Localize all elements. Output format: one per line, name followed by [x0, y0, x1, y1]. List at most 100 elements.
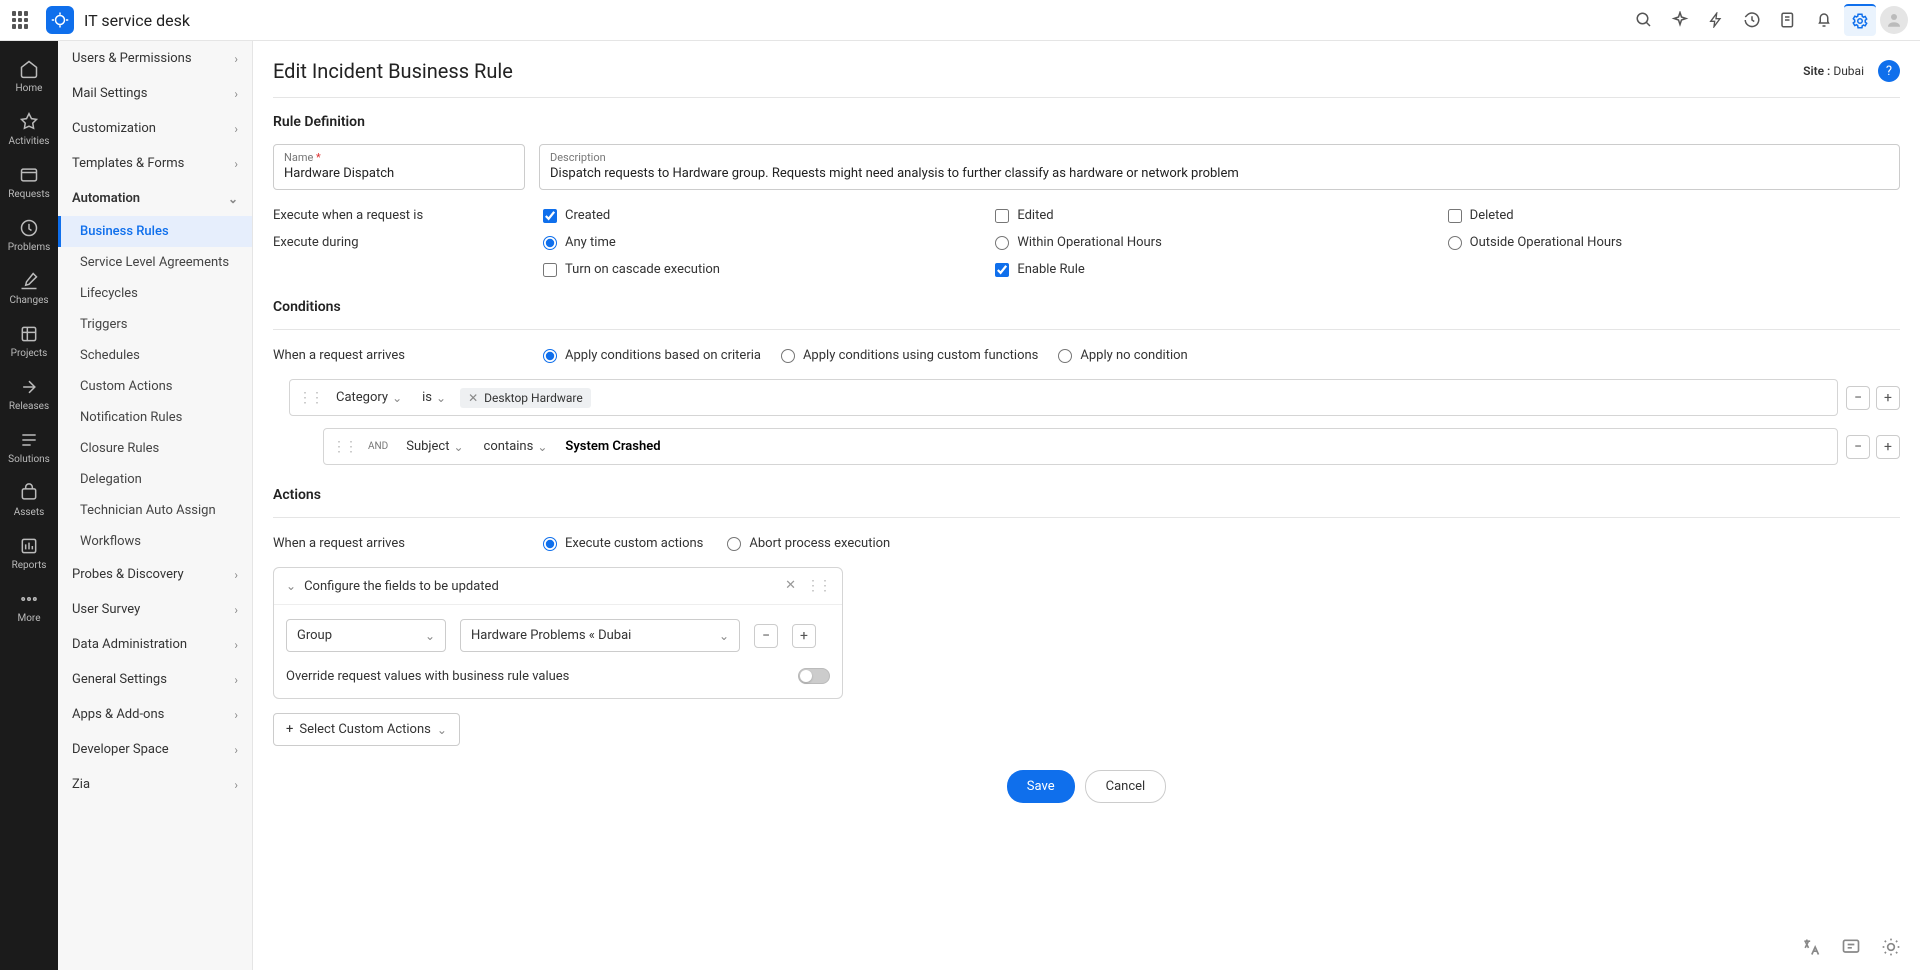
checkbox-deleted[interactable]: Deleted — [1448, 208, 1900, 223]
remove-row-button[interactable]: − — [1846, 386, 1870, 410]
select-custom-actions-button[interactable]: + Select Custom Actions ⌄ — [273, 713, 460, 746]
sidebar-subitem-closure-rules[interactable]: Closure Rules — [58, 433, 252, 464]
radio-apply-none[interactable]: Apply no condition — [1058, 348, 1187, 363]
act-when-label: When a request arrives — [273, 536, 543, 551]
checkbox-enable-rule[interactable]: Enable Rule — [995, 262, 1447, 277]
radio-apply-custom-fn[interactable]: Apply conditions using custom functions — [781, 348, 1038, 363]
rail-item-projects[interactable]: Projects — [0, 314, 58, 367]
sidebar-subitem-workflows[interactable]: Workflows — [58, 526, 252, 557]
main-content: Edit Incident Business Rule Site : Dubai… — [253, 41, 1920, 970]
radio-anytime[interactable]: Any time — [543, 235, 995, 250]
sidebar-subitem-triggers[interactable]: Triggers — [58, 309, 252, 340]
drag-icon[interactable]: ⋮⋮ — [806, 578, 830, 594]
add-row-button[interactable]: + — [1876, 386, 1900, 410]
topbar: IT service desk — [0, 0, 1920, 41]
rail-item-changes[interactable]: Changes — [0, 261, 58, 314]
rail-item-releases[interactable]: Releases — [0, 367, 58, 420]
desc-label: Description — [550, 151, 1889, 164]
sidebar-item-developer-space[interactable]: Developer Space› — [58, 732, 252, 767]
rail-item-solutions[interactable]: Solutions — [0, 420, 58, 473]
sidebar-item-data-administration[interactable]: Data Administration› — [58, 627, 252, 662]
left-rail: HomeActivitiesRequestsProblemsChangesPro… — [0, 41, 58, 970]
checkbox-edited[interactable]: Edited — [995, 208, 1447, 223]
rail-item-assets[interactable]: Assets — [0, 473, 58, 526]
bolt-icon[interactable] — [1700, 4, 1732, 36]
field-dropdown[interactable]: Subject ⌄ — [400, 435, 469, 458]
radio-abort-process[interactable]: Abort process execution — [727, 536, 890, 551]
settings-icon[interactable] — [1844, 4, 1876, 36]
sidebar-subitem-custom-actions[interactable]: Custom Actions — [58, 371, 252, 402]
override-toggle[interactable] — [798, 668, 830, 684]
save-button[interactable]: Save — [1007, 770, 1075, 803]
sidebar-subitem-schedules[interactable]: Schedules — [58, 340, 252, 371]
note-icon[interactable] — [1772, 4, 1804, 36]
rail-item-reports[interactable]: Reports — [0, 526, 58, 579]
cancel-button[interactable]: Cancel — [1085, 770, 1167, 803]
history-icon[interactable] — [1736, 4, 1768, 36]
exec-during-label: Execute during — [273, 235, 543, 250]
sidebar-item-templates-forms[interactable]: Templates & Forms› — [58, 146, 252, 181]
bell-icon[interactable] — [1808, 4, 1840, 36]
feedback-icon[interactable] — [1838, 934, 1864, 960]
sidebar-item-automation[interactable]: Automation⌄ — [58, 181, 252, 216]
radio-apply-criteria[interactable]: Apply conditions based on criteria — [543, 348, 761, 363]
sidebar-subitem-delegation[interactable]: Delegation — [58, 464, 252, 495]
close-panel-icon[interactable]: ✕ — [785, 578, 796, 594]
checkbox-cascade[interactable]: Turn on cascade execution — [543, 262, 995, 277]
radio-within-hours[interactable]: Within Operational Hours — [995, 235, 1447, 250]
sidebar-item-probes-discovery[interactable]: Probes & Discovery› — [58, 557, 252, 592]
operator-dropdown[interactable]: contains ⌄ — [478, 435, 554, 458]
sidebar-item-users-permissions[interactable]: Users & Permissions› — [58, 41, 252, 76]
sidebar-subitem-business-rules[interactable]: Business Rules — [58, 216, 252, 247]
translate-icon[interactable] — [1798, 934, 1824, 960]
tag-remove-icon[interactable]: ✕ — [468, 391, 478, 405]
sidebar-item-mail-settings[interactable]: Mail Settings› — [58, 76, 252, 111]
radio-execute-actions[interactable]: Execute custom actions — [543, 536, 703, 551]
sidebar-item-zia[interactable]: Zia› — [58, 767, 252, 802]
drag-icon[interactable]: ⋮⋮ — [298, 390, 322, 406]
name-input[interactable] — [284, 164, 514, 181]
user-avatar[interactable] — [1880, 6, 1908, 34]
exec-when-label: Execute when a request is — [273, 208, 543, 223]
field-dropdown[interactable]: Category ⌄ — [330, 386, 408, 409]
value-tag[interactable]: ✕Desktop Hardware — [460, 388, 591, 408]
value-input[interactable] — [561, 435, 1829, 458]
name-label: Name — [284, 151, 313, 164]
add-field-button[interactable]: + — [792, 624, 816, 648]
remove-field-button[interactable]: − — [754, 624, 778, 648]
sparkle-icon[interactable] — [1664, 4, 1696, 36]
sidebar-item-general-settings[interactable]: General Settings› — [58, 662, 252, 697]
rail-item-requests[interactable]: Requests — [0, 155, 58, 208]
rail-item-activities[interactable]: Activities — [0, 102, 58, 155]
add-row-button[interactable]: + — [1876, 435, 1900, 459]
collapse-icon[interactable]: ⌄ — [286, 579, 296, 593]
rail-item-more[interactable]: More — [0, 579, 58, 632]
sidebar-item-user-survey[interactable]: User Survey› — [58, 592, 252, 627]
drag-icon[interactable]: ⋮⋮ — [332, 439, 356, 455]
sidebar-subitem-service-level-agreements[interactable]: Service Level Agreements — [58, 247, 252, 278]
rail-item-problems[interactable]: Problems — [0, 208, 58, 261]
field-select[interactable]: Group⌄ — [286, 619, 446, 652]
help-icon[interactable]: ? — [1878, 60, 1900, 82]
desc-input[interactable] — [550, 164, 1889, 181]
panel-title: Configure the fields to be updated — [304, 579, 499, 594]
value-select[interactable]: Hardware Problems « Dubai⌄ — [460, 619, 740, 652]
sidebar-item-customization[interactable]: Customization› — [58, 111, 252, 146]
search-icon[interactable] — [1628, 4, 1660, 36]
sidebar-subitem-technician-auto-assign[interactable]: Technician Auto Assign — [58, 495, 252, 526]
app-launcher-icon[interactable] — [12, 11, 30, 29]
app-logo — [46, 6, 74, 34]
settings-sidebar: Users & Permissions›Mail Settings›Custom… — [58, 41, 253, 970]
value-input[interactable] — [599, 386, 1829, 409]
remove-row-button[interactable]: − — [1846, 435, 1870, 459]
checkbox-created[interactable]: Created — [543, 208, 995, 223]
override-label: Override request values with business ru… — [286, 669, 569, 684]
sidebar-item-apps-add-ons[interactable]: Apps & Add-ons› — [58, 697, 252, 732]
sidebar-subitem-notification-rules[interactable]: Notification Rules — [58, 402, 252, 433]
theme-icon[interactable] — [1878, 934, 1904, 960]
rail-item-home[interactable]: Home — [0, 49, 58, 102]
condition-row: ⋮⋮ Category ⌄ is ⌄ ✕Desktop Hardware — [289, 379, 1838, 416]
sidebar-subitem-lifecycles[interactable]: Lifecycles — [58, 278, 252, 309]
radio-outside-hours[interactable]: Outside Operational Hours — [1448, 235, 1900, 250]
operator-dropdown[interactable]: is ⌄ — [416, 386, 452, 409]
